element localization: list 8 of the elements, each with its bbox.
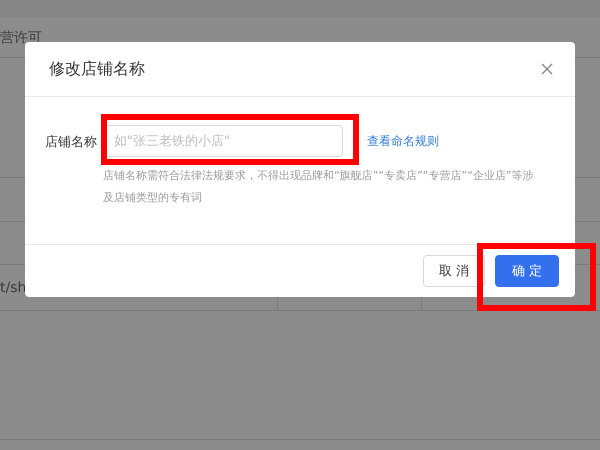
table-cell: t/sh [0,280,26,296]
cancel-button[interactable]: 取 消 [423,255,485,287]
field-label: 店铺名称 [45,134,97,152]
confirm-button[interactable]: 确 定 [495,255,559,287]
hint-text: 店铺名称需符合法律法规要求，不得出现品牌和“旗舰店”“专卖店”“专营店”“企业店”等涉及店铺类型的专有词 [103,168,535,206]
naming-rules-link[interactable]: 查看命名规则 [367,132,439,150]
close-icon[interactable] [541,63,553,75]
dialog-title: 修改店铺名称 [49,58,145,80]
